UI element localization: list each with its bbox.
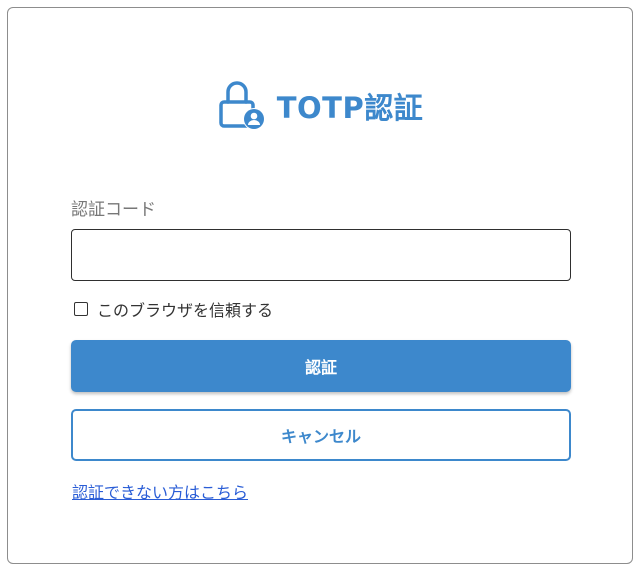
remember-browser-checkbox[interactable] [74,302,88,316]
page-title: TOTP認証 [276,91,424,125]
remember-browser-row[interactable]: このブラウザを信頼する [71,298,273,320]
header: TOTP認証 [8,78,632,134]
authenticate-button[interactable]: 認証 [71,340,571,392]
auth-code-input[interactable] [71,229,571,281]
code-field-label: 認証コード [71,200,156,220]
remember-browser-label[interactable]: このブラウザを信頼する [97,297,273,321]
cancel-button[interactable]: キャンセル [71,409,571,461]
lock-user-icon [217,78,269,134]
cannot-authenticate-link[interactable]: 認証できない方はこちら [72,479,248,503]
totp-auth-card: TOTP認証 認証コード このブラウザを信頼する 認証 キャンセル 認証できない… [7,7,633,564]
